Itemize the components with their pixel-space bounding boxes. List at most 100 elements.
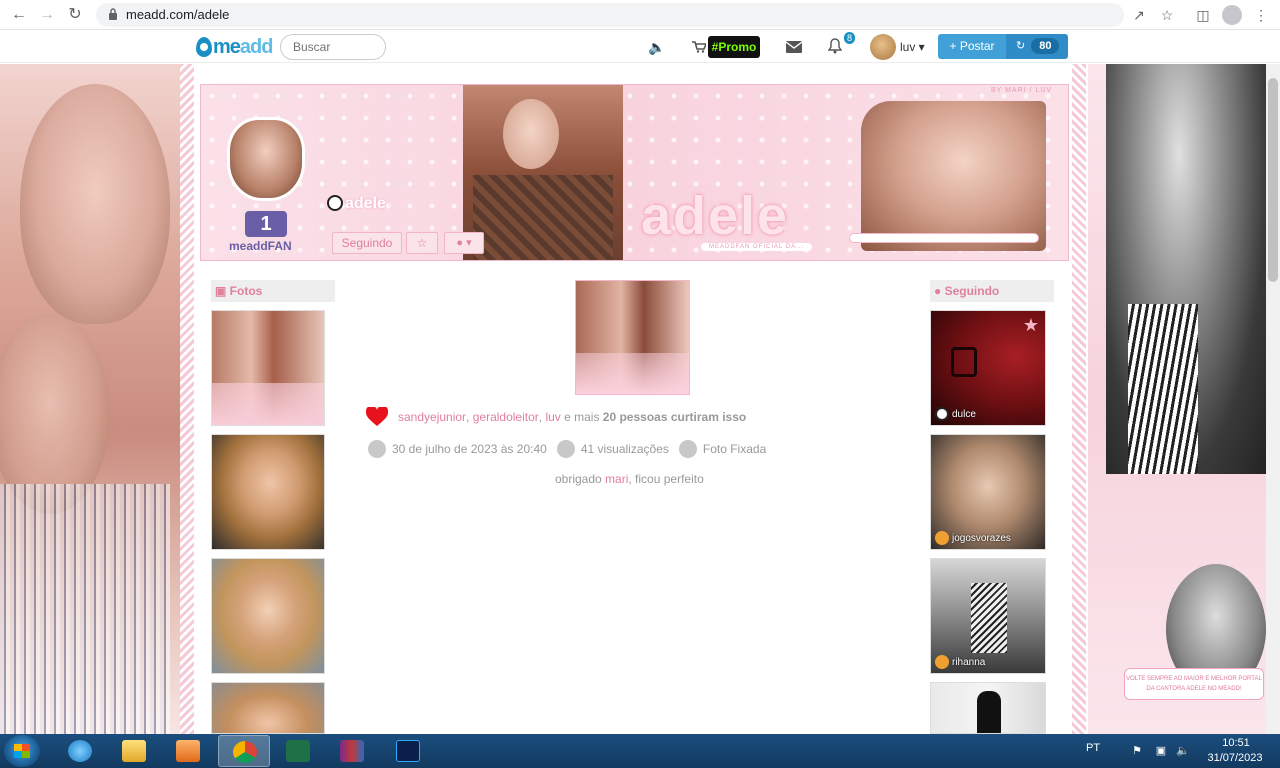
banner-title: adele (641, 186, 790, 246)
banner-face (503, 99, 559, 169)
sound-icon[interactable]: 🔈 (648, 39, 666, 56)
following-heading[interactable]: ● Seguindo (930, 280, 1054, 302)
banner-photo-main (463, 85, 623, 260)
pinned-photo[interactable] (575, 280, 690, 395)
promo-button[interactable]: #Promo (708, 36, 760, 58)
post-date: 30 de julho de 2023 às 20:40 (392, 442, 547, 456)
bell-icon[interactable] (826, 38, 844, 57)
chrome-taskbar[interactable] (218, 735, 270, 767)
explorer-taskbar[interactable] (108, 735, 160, 767)
start-button[interactable] (4, 735, 40, 767)
following-card[interactable]: jogosvorazes (930, 434, 1046, 550)
photos-heading[interactable]: ▣ Fotos (211, 280, 335, 302)
search-input[interactable] (280, 34, 386, 60)
browser-menu-icon[interactable]: ⋮ (1252, 6, 1270, 24)
banner-credit: BY MARI / LUV (991, 87, 1053, 94)
likes-row: sandyejunior, geraldoleitor, luv e mais … (366, 406, 786, 428)
clock-date[interactable]: 31/07/2023 (1200, 752, 1270, 764)
notification-badge: 8 (844, 32, 856, 44)
star-icon[interactable]: ☆ (406, 232, 438, 254)
liker-link[interactable]: geraldoleitor (473, 410, 539, 424)
address-bar[interactable]: meadd.com/adele (96, 3, 1124, 27)
user-avatar[interactable] (870, 34, 896, 60)
winrar-icon (340, 740, 364, 762)
clock-icon (368, 440, 386, 458)
media-player-taskbar[interactable] (162, 735, 214, 767)
gem-badge-icon (935, 655, 949, 669)
photo-thumbnail[interactable] (211, 434, 325, 550)
gem-badge-icon (935, 531, 949, 545)
banner-decoration-bar (849, 233, 1039, 243)
volume-icon[interactable]: 🔈 (1176, 744, 1190, 758)
photoshop-taskbar[interactable] (382, 735, 434, 767)
liker-link[interactable]: sandyejunior (398, 410, 466, 424)
lock-icon (109, 8, 117, 20)
user-options-button[interactable]: ● ▾ (444, 232, 484, 254)
folder-icon (122, 740, 146, 762)
following-name: jogosvorazes (952, 532, 1011, 544)
background-face (20, 84, 170, 324)
flag-icon[interactable]: ⚑ (1130, 744, 1144, 758)
media-player-icon (176, 740, 200, 762)
welcome-sign: VOLTE SEMPRE AO MAIOR E MELHOR PORTAL DA… (1124, 668, 1264, 700)
share-icon[interactable]: ↗ (1130, 6, 1148, 24)
site-navbar: meadd 🔈 #Promo 8 luv ▾ + Postar ↻80 (0, 31, 1280, 63)
back-icon[interactable]: ← (10, 6, 28, 24)
browser-profile-icon[interactable] (1222, 5, 1242, 25)
windows-taskbar: PT ⚑ ▣ 🔈 10:51 31/07/2023 (0, 734, 1280, 768)
background-shirt-stripes (1128, 304, 1198, 474)
panda-icon (935, 407, 949, 421)
likes-more-link[interactable]: 20 pessoas curtiram isso (603, 410, 746, 424)
following-card[interactable]: rihanna (930, 558, 1046, 674)
internet-explorer-taskbar[interactable] (54, 735, 106, 767)
background-right-image: VOLTE SEMPRE AO MAIOR E MELHOR PORTAL DA… (1088, 64, 1280, 734)
background-left-image (0, 64, 180, 734)
network-icon[interactable]: ▣ (1154, 744, 1168, 758)
cart-icon[interactable] (690, 40, 708, 56)
comment-author-link[interactable]: mari (605, 472, 628, 486)
fan-label: meaddFAN (229, 239, 292, 253)
browser-toolbar: ← → ↻ meadd.com/adele ↗ ☆ ◫ ⋮ (0, 0, 1280, 30)
scrollbar-thumb[interactable] (1268, 78, 1278, 282)
clock-time[interactable]: 10:51 (1210, 737, 1262, 749)
reload-icon[interactable]: ↻ (66, 6, 84, 24)
meaddfan-badge[interactable]: 1 meaddFAN (229, 211, 299, 255)
meadd-logo[interactable]: me add (196, 35, 273, 59)
photo-thumbnail[interactable] (211, 558, 325, 674)
language-indicator[interactable]: PT (1086, 742, 1100, 754)
forward-icon[interactable]: → (38, 6, 56, 24)
banner-coat (473, 175, 613, 260)
following-card[interactable] (930, 682, 1046, 734)
winrar-taskbar[interactable] (326, 735, 378, 767)
user-menu[interactable]: luv ▾ (900, 40, 925, 54)
refresh-counter-button[interactable]: ↻ 80 (1006, 34, 1068, 59)
photoshop-icon (396, 740, 420, 762)
excel-taskbar[interactable] (272, 735, 324, 767)
heart-icon[interactable] (366, 407, 388, 427)
following-button[interactable]: Seguindo (332, 232, 402, 254)
fan-rank: 1 (245, 211, 287, 237)
liker-link[interactable]: luv (545, 410, 560, 424)
side-panel-icon[interactable]: ◫ (1194, 6, 1212, 24)
likes-connector: e mais (560, 410, 603, 424)
photo-thumbnail[interactable] (211, 682, 325, 734)
envelope-icon[interactable] (785, 40, 803, 56)
following-name: dulce (952, 408, 976, 420)
excel-icon (286, 740, 310, 762)
username-label: luv (900, 40, 916, 54)
following-card[interactable]: ★ dulce (930, 310, 1046, 426)
page-scrollbar[interactable] (1266, 64, 1280, 734)
post-meta: 30 de julho de 2023 às 20:40 41 visualiz… (368, 438, 766, 460)
following-name: rihanna (952, 656, 986, 668)
panda-icon (327, 195, 343, 211)
post-button[interactable]: + Postar (938, 34, 1006, 59)
url-text: meadd.com/adele (126, 7, 230, 22)
profile-name[interactable]: adele (345, 195, 386, 213)
post-views: 41 visualizações (580, 442, 669, 456)
bookmark-star-icon[interactable]: ☆ (1158, 6, 1176, 24)
logo-drop-icon (196, 37, 212, 57)
banner-photo-closeup (861, 101, 1046, 251)
chrome-icon (233, 741, 257, 763)
photo-thumbnail[interactable] (211, 310, 325, 426)
profile-avatar[interactable] (227, 117, 305, 201)
